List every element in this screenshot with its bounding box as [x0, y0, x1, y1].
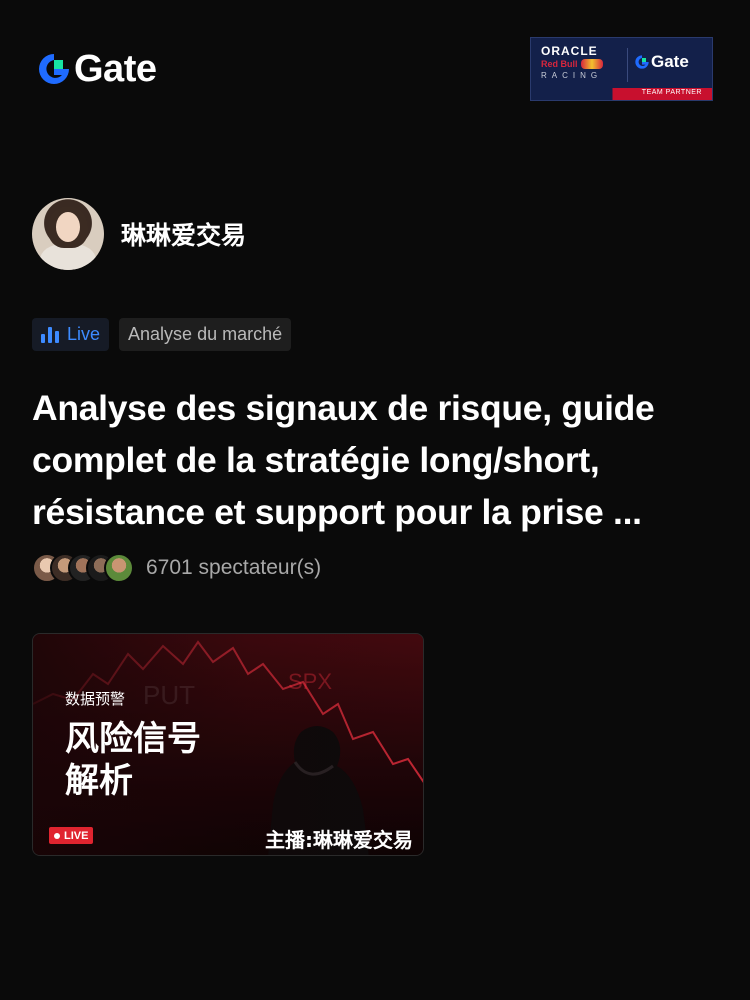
team-partner-bar: TEAM PARTNER — [531, 88, 712, 100]
redbull-label: Red Bull — [541, 59, 578, 69]
thumbnail-headline: 风险信号 解析 — [65, 718, 201, 802]
live-tag: Live — [32, 318, 109, 351]
host-info[interactable]: 琳琳爱交易 — [32, 198, 246, 270]
viewer-count: 6701 spectateur(s) — [146, 556, 321, 580]
partner-gate-text: Gate — [651, 52, 689, 72]
thumbnail-live-label: LIVE — [64, 830, 88, 842]
partner-gate-logo: Gate — [634, 52, 689, 72]
thumbnail-headline-line1: 风险信号 — [65, 718, 201, 760]
category-tag[interactable]: Analyse du marché — [119, 318, 291, 351]
thumbnail-subtitle: 数据预警 — [65, 688, 125, 709]
team-partner-text: TEAM PARTNER — [642, 89, 702, 96]
svg-text:SPX: SPX — [288, 669, 332, 694]
oracle-redbull-mark: ORACLE Red Bull RACING — [541, 44, 623, 80]
live-tag-label: Live — [67, 324, 100, 345]
redbull-text: Red Bull — [541, 59, 623, 69]
oracle-text: ORACLE — [541, 44, 623, 58]
partner-divider — [627, 48, 628, 82]
redbull-bull-icon — [581, 59, 603, 69]
host-avatar[interactable] — [32, 198, 104, 270]
gate-logo-icon — [36, 51, 72, 87]
viewer-avatars — [32, 553, 122, 583]
gate-small-icon — [634, 54, 650, 70]
viewer-avatar — [104, 553, 134, 583]
live-dot-icon — [54, 833, 60, 839]
stream-title[interactable]: Analyse des signaux de risque, guide com… — [32, 382, 722, 538]
gate-logo[interactable]: Gate — [36, 50, 156, 88]
stream-thumbnail[interactable]: PUT SPX 数据预警 风险信号 解析 LIVE 主播:琳琳爱交易 — [32, 633, 424, 856]
live-bars-icon — [41, 327, 59, 343]
svg-text:PUT: PUT — [143, 680, 195, 710]
thumbnail-host-label: 主播:琳琳爱交易 — [265, 824, 413, 853]
racing-text: RACING — [541, 71, 623, 80]
thumbnail-headline-line2: 解析 — [65, 760, 201, 802]
viewer-info: 6701 spectateur(s) — [32, 553, 321, 583]
team-partner-badge: ORACLE Red Bull RACING Gate TEAM PARTNER — [530, 37, 713, 101]
live-stream-card-page: Gate ORACLE Red Bull RACING Gate TEAM PA… — [0, 0, 750, 1000]
host-name[interactable]: 琳琳爱交易 — [121, 216, 246, 252]
thumbnail-live-badge: LIVE — [49, 827, 93, 844]
stream-tags: Live Analyse du marché — [32, 318, 291, 351]
gate-logo-text: Gate — [74, 50, 156, 88]
